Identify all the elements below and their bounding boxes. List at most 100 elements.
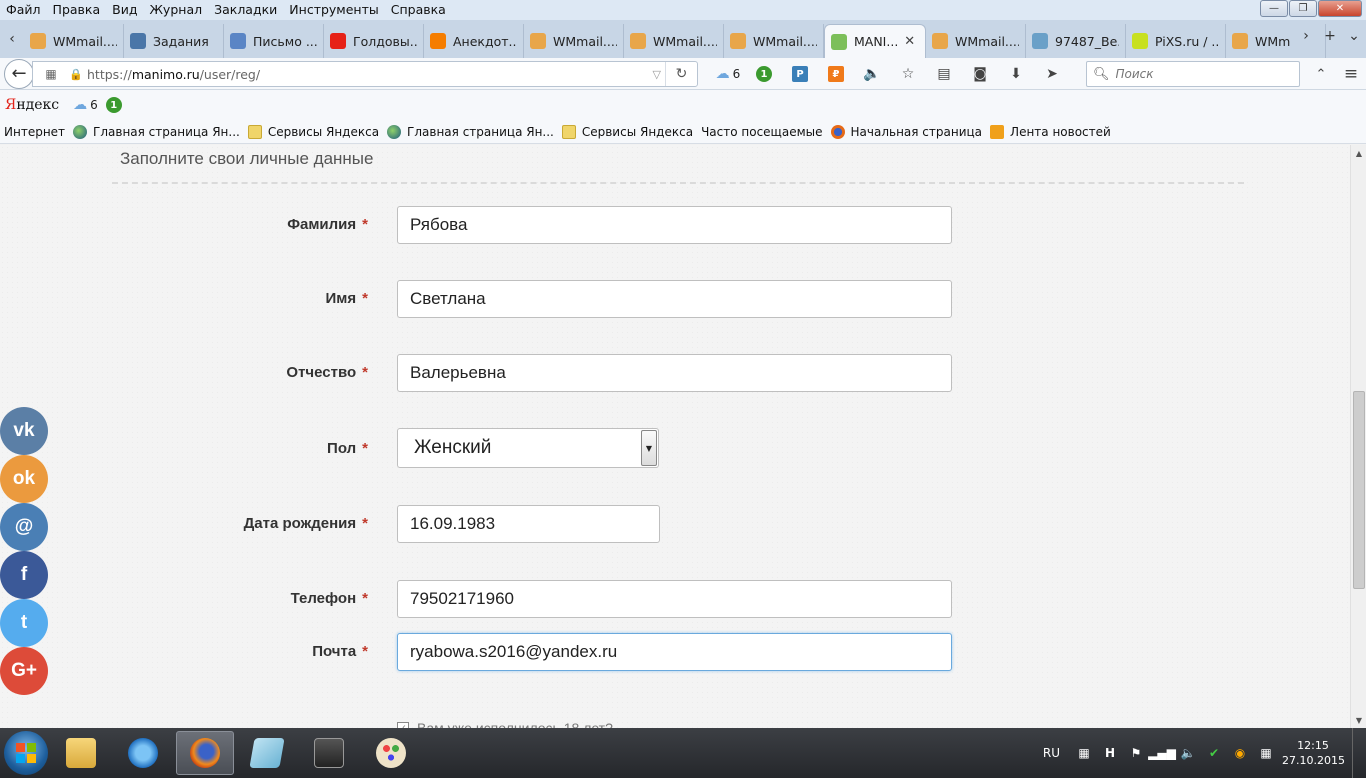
bookmark-item[interactable]: Часто посещаемые: [0, 125, 823, 279]
tab-11[interactable]: PiXS.ru / ...: [1126, 24, 1226, 58]
taskbar-ie[interactable]: [114, 731, 172, 775]
yandex-notification-badge[interactable]: 1: [105, 97, 122, 113]
search-box[interactable]: 🔍︎: [1086, 61, 1300, 87]
email-input[interactable]: [397, 633, 952, 671]
close-tab-icon[interactable]: ✕: [904, 34, 915, 49]
menu-bookmarks[interactable]: Закладки: [208, 0, 283, 20]
age-check[interactable]: ✓ Вам уже исполнилось 18 лет?: [397, 720, 613, 728]
chevron-down-icon[interactable]: ▼: [641, 430, 657, 466]
maximize-icon[interactable]: ❐: [1289, 0, 1317, 17]
gender-select[interactable]: Женский ▼: [397, 428, 659, 468]
volume-icon[interactable]: 🔈: [1178, 743, 1198, 763]
scroll-down-icon[interactable]: ▼: [1351, 712, 1366, 728]
notification-widget[interactable]: 1: [746, 66, 782, 82]
reload-icon[interactable]: ↻: [665, 62, 697, 86]
birthdate-input[interactable]: [397, 505, 660, 543]
tab-3[interactable]: Голдовы...: [324, 24, 424, 58]
tab-9[interactable]: WMmail....: [926, 24, 1026, 58]
bookmark-item[interactable]: Начальная страница: [830, 124, 982, 139]
extension-orange-icon: ₽: [828, 66, 844, 82]
tab-4[interactable]: Анекдот...: [424, 24, 524, 58]
menu-history[interactable]: Журнал: [143, 0, 208, 20]
wmmail-icon: [530, 33, 546, 49]
phone-input[interactable]: [397, 580, 952, 618]
system-clock[interactable]: 12:15 27.10.2015: [1282, 738, 1345, 768]
downloads-button[interactable]: ⬇: [998, 66, 1034, 82]
tab-6[interactable]: WMmail....: [624, 24, 724, 58]
network-signal-icon[interactable]: ▂▄▆: [1148, 743, 1176, 763]
tab-0[interactable]: WMmail....: [24, 24, 124, 58]
pocket-button[interactable]: ◙: [962, 66, 998, 82]
tab-1[interactable]: Задания: [124, 24, 224, 58]
weather-widget[interactable]: ☁ 6: [710, 66, 746, 82]
bookmark-item[interactable]: Главная страница Ян...: [387, 124, 554, 139]
odnoklassniki-share-button[interactable]: ok: [0, 455, 48, 503]
taskbar-paint[interactable]: [362, 731, 420, 775]
tab-5[interactable]: WMmail....: [524, 24, 624, 58]
windows-start-tray-icon[interactable]: ▦: [1074, 743, 1094, 763]
yandex-tray-icon[interactable]: ◉: [1230, 743, 1250, 763]
bookmark-item[interactable]: Лента новостей: [990, 124, 1111, 139]
yandex-logo[interactable]: Яндекс: [5, 97, 59, 113]
bookmark-item[interactable]: Сервисы Яндекса: [561, 124, 693, 139]
send-button[interactable]: ➤: [1034, 66, 1070, 82]
patronymic-input[interactable]: [397, 354, 952, 392]
site-identity-icon[interactable]: ▦: [33, 67, 69, 81]
calendar-tray-icon[interactable]: ▦: [1256, 743, 1276, 763]
menu-edit[interactable]: Правка: [47, 0, 107, 20]
cloud-icon[interactable]: ☁: [73, 97, 87, 113]
extension-orange-button[interactable]: ₽: [818, 66, 854, 82]
start-button[interactable]: [4, 731, 48, 775]
scroll-top-icon[interactable]: ⌃: [1306, 61, 1336, 87]
back-button[interactable]: ←: [4, 58, 34, 89]
reading-list-button[interactable]: ▤: [926, 66, 962, 82]
bookmark-star-button[interactable]: ☆: [890, 66, 926, 82]
minimize-icon[interactable]: —: [1260, 0, 1288, 17]
taskbar-game[interactable]: [300, 731, 358, 775]
search-input[interactable]: [1115, 67, 1286, 81]
firstname-input[interactable]: [397, 280, 952, 318]
h-tray-icon[interactable]: H: [1100, 743, 1120, 763]
tab-list-dropdown-icon[interactable]: ⌄: [1342, 28, 1366, 44]
facebook-share-button[interactable]: f: [0, 551, 48, 599]
mailru-share-button[interactable]: @: [0, 503, 48, 551]
menu-bar: Файл Правка Вид Журнал Закладки Инструме…: [0, 0, 1366, 20]
bookmark-item[interactable]: Интернет: [0, 125, 65, 279]
tab-7[interactable]: WMmail....: [724, 24, 824, 58]
menu-tools[interactable]: Инструменты: [283, 0, 384, 20]
taskbar-explorer[interactable]: [52, 731, 110, 775]
twitter-share-button[interactable]: t: [0, 599, 48, 647]
language-indicator[interactable]: RU: [1043, 746, 1060, 760]
close-window-icon[interactable]: ✕: [1318, 0, 1362, 17]
menu-help[interactable]: Справка: [385, 0, 452, 20]
hamburger-menu-icon[interactable]: ≡: [1336, 61, 1366, 87]
tabs-scroll-left-icon[interactable]: ‹: [0, 20, 24, 58]
url-history-dropdown-icon[interactable]: ▽: [653, 68, 661, 81]
wmmail-icon: [1232, 33, 1248, 49]
extension-p-button[interactable]: P: [782, 66, 818, 82]
menu-view[interactable]: Вид: [106, 0, 143, 20]
tab-10[interactable]: 97487_Be...: [1026, 24, 1126, 58]
url-bar[interactable]: ▦ 🔒 https://manimo.ru/user/reg/ ▽ ↻: [32, 61, 698, 87]
flag-tray-icon[interactable]: ⚑: [1126, 743, 1146, 763]
show-desktop-button[interactable]: [1352, 728, 1366, 778]
tab-8[interactable]: MANI... ✕: [824, 24, 926, 58]
lastname-input[interactable]: [397, 206, 952, 244]
bookmark-item[interactable]: Сервисы Яндекса: [247, 124, 379, 139]
tab-2[interactable]: Письмо ...: [224, 24, 324, 58]
vk-share-button[interactable]: vk: [0, 407, 48, 455]
googleplus-share-button[interactable]: G+: [0, 647, 48, 695]
new-tab-icon[interactable]: +: [1318, 28, 1342, 44]
tabs-scroll-right-icon[interactable]: ›: [1294, 28, 1318, 44]
taskbar-firefox[interactable]: [176, 731, 234, 775]
scrollbar-thumb[interactable]: [1353, 391, 1365, 589]
sound-button[interactable]: 🔈: [854, 66, 890, 82]
menu-file[interactable]: Файл: [0, 0, 47, 20]
vk-icon: [130, 33, 146, 49]
bookmark-item[interactable]: Главная страница Ян...: [73, 124, 240, 139]
scroll-up-icon[interactable]: ▲: [1351, 145, 1366, 161]
antivirus-icon[interactable]: ✔: [1204, 743, 1224, 763]
taskbar-notes[interactable]: [238, 731, 296, 775]
phone-label: Телефон *: [290, 590, 368, 607]
page-scrollbar[interactable]: ▲ ▼: [1350, 145, 1366, 728]
